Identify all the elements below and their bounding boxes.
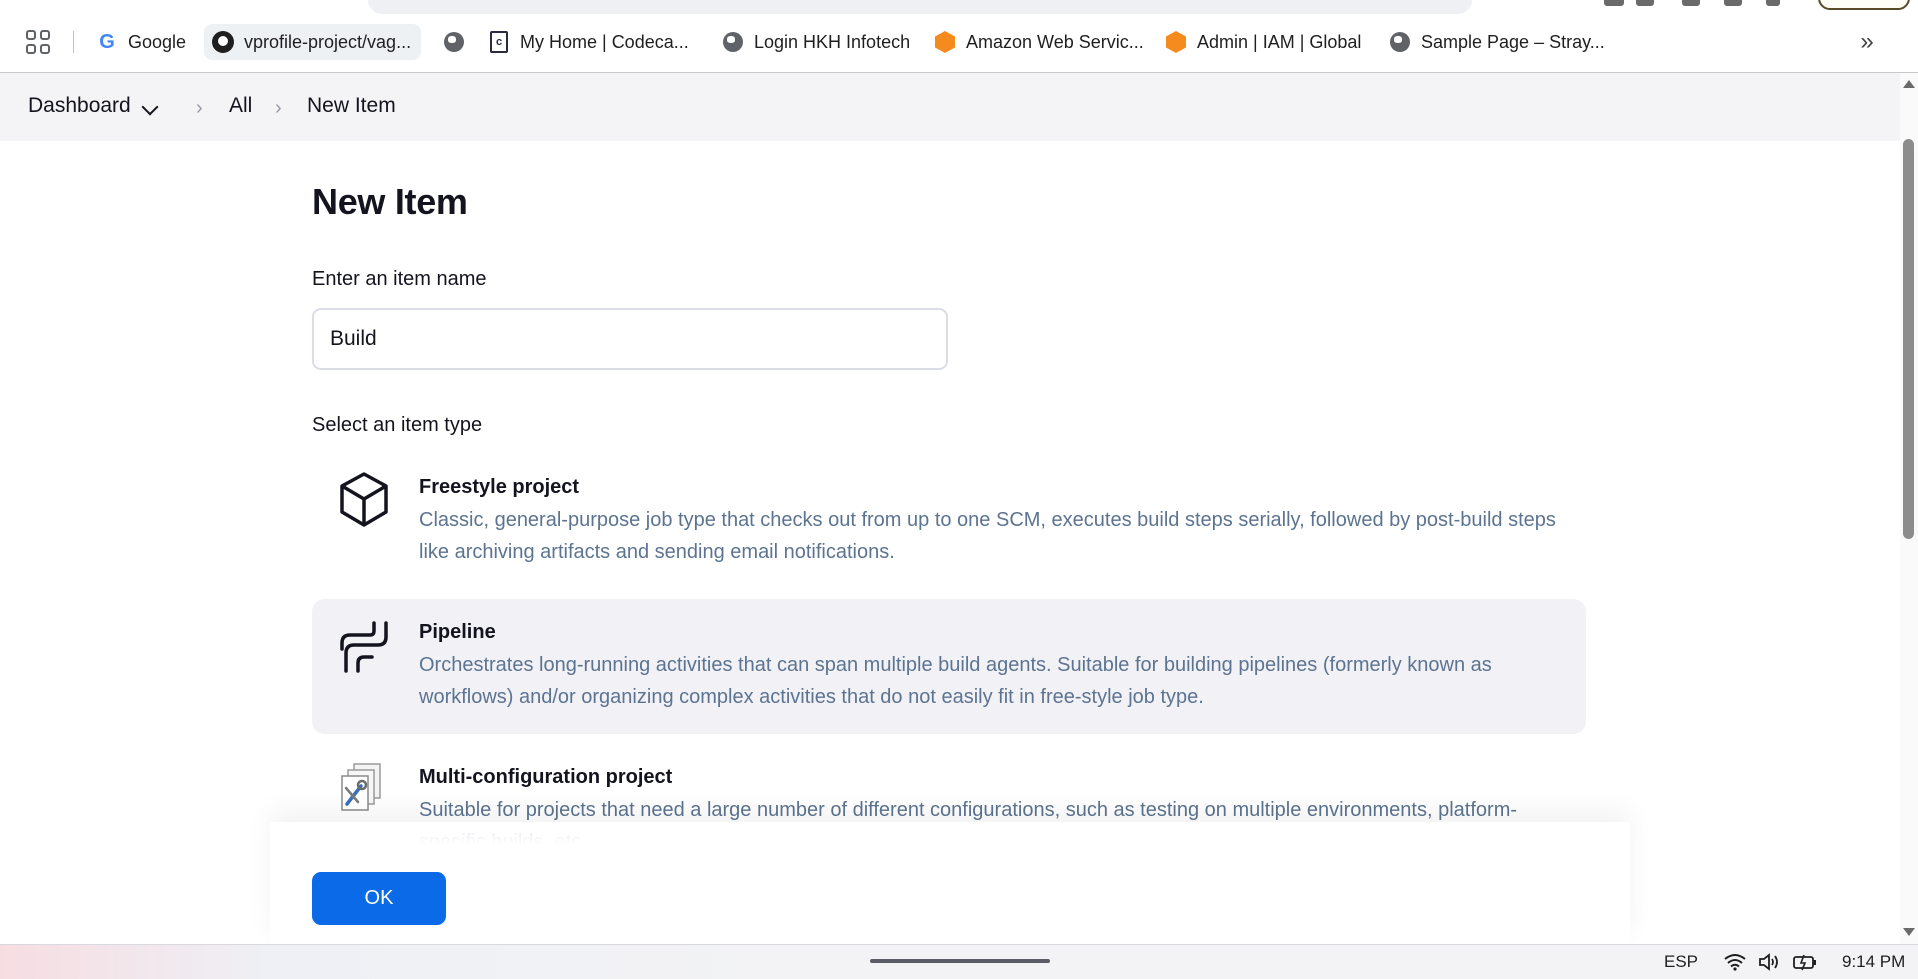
bookmark-label: Amazon Web Servic... [966, 31, 1144, 52]
extension-icon[interactable] [1604, 0, 1624, 6]
language-indicator[interactable]: ESP [1664, 952, 1698, 972]
item-type-title: Freestyle project [419, 476, 580, 498]
extension-icon[interactable] [1766, 0, 1780, 6]
breadcrumb: Dashboard › All › New Item [0, 73, 1900, 141]
form-footer [270, 822, 1630, 944]
apps-grid-icon[interactable] [26, 30, 50, 54]
bookmark-label: My Home | Codeca... [520, 31, 689, 52]
bookmark-globe[interactable] [443, 24, 475, 60]
more-bookmarks-icon[interactable]: » [1854, 28, 1880, 56]
google-icon: G [99, 30, 115, 53]
bookmark-label: Google [128, 31, 187, 52]
item-type-pipeline[interactable]: Pipeline Orchestrates long-running activ… [312, 599, 1586, 734]
breadcrumb-all[interactable]: All [229, 94, 252, 118]
globe-icon [443, 31, 465, 53]
bookmark-sample-page[interactable]: Sample Page – Stray... [1389, 24, 1605, 60]
profile-button[interactable] [1818, 0, 1910, 10]
item-type-description: Classic, general-purpose job type that c… [419, 509, 1556, 563]
scrollbar-thumb[interactable] [1903, 139, 1914, 539]
address-bar[interactable] [368, 0, 1472, 14]
bookmark-label: Login HKH Infotech [754, 31, 911, 52]
wifi-icon[interactable] [1722, 952, 1748, 972]
scroll-down-arrow-icon[interactable] [1903, 928, 1915, 936]
clock[interactable]: 9:14 PM [1842, 952, 1905, 972]
item-name-input[interactable] [312, 308, 948, 370]
chevron-right-icon: › [275, 97, 282, 119]
bookmarks-bar: G Google vprofile-project/vag... c My Ho… [0, 20, 1918, 64]
item-type-freestyle[interactable]: Freestyle project Classic, general-purpo… [312, 458, 1586, 588]
bookmark-google[interactable]: G Google [96, 24, 186, 60]
globe-icon [722, 31, 744, 53]
pipeline-icon [336, 619, 392, 679]
item-name-label: Enter an item name [312, 268, 487, 290]
chevron-down-icon[interactable] [141, 98, 159, 116]
extension-icon[interactable] [1682, 0, 1700, 6]
globe-icon [1389, 31, 1411, 53]
item-type-title: Pipeline [419, 621, 496, 643]
github-icon [212, 31, 234, 53]
breadcrumb-dashboard[interactable]: Dashboard [28, 94, 131, 118]
scroll-up-arrow-icon[interactable] [1903, 80, 1915, 88]
bookmark-label: Admin | IAM | Global [1197, 31, 1362, 52]
battery-icon[interactable] [1792, 952, 1818, 972]
item-type-title: Multi-configuration project [419, 766, 673, 788]
codecademy-icon: c [488, 31, 510, 53]
bookmark-label: vprofile-project/vag... [244, 31, 412, 52]
extension-icon[interactable] [1636, 0, 1654, 6]
freestyle-box-icon [336, 470, 392, 530]
aws-icon [934, 31, 956, 53]
bookmark-aws[interactable]: Amazon Web Servic... [934, 24, 1144, 60]
page-title: New Item [312, 181, 468, 222]
item-type-description: Orchestrates long-running activities tha… [419, 654, 1492, 708]
bookmark-hkh-infotech[interactable]: Login HKH Infotech [722, 24, 910, 60]
home-indicator[interactable] [870, 959, 1050, 963]
volume-icon[interactable] [1756, 952, 1782, 972]
browser-toolbar: G Google vprofile-project/vag... c My Ho… [0, 0, 1918, 73]
bookmark-github[interactable]: vprofile-project/vag... [204, 24, 422, 60]
bookmark-divider [73, 31, 74, 53]
extension-icon[interactable] [1724, 0, 1742, 6]
chevron-right-icon: › [196, 97, 203, 119]
breadcrumb-new-item: New Item [307, 94, 396, 117]
ok-button[interactable]: OK [312, 872, 446, 925]
multi-config-icon [336, 762, 392, 822]
item-type-label: Select an item type [312, 414, 483, 436]
bookmark-label: Sample Page – Stray... [1421, 31, 1605, 52]
bookmark-aws-iam[interactable]: Admin | IAM | Global [1165, 24, 1361, 60]
aws-icon [1165, 31, 1187, 53]
bookmark-codecademy[interactable]: c My Home | Codeca... [488, 24, 689, 60]
